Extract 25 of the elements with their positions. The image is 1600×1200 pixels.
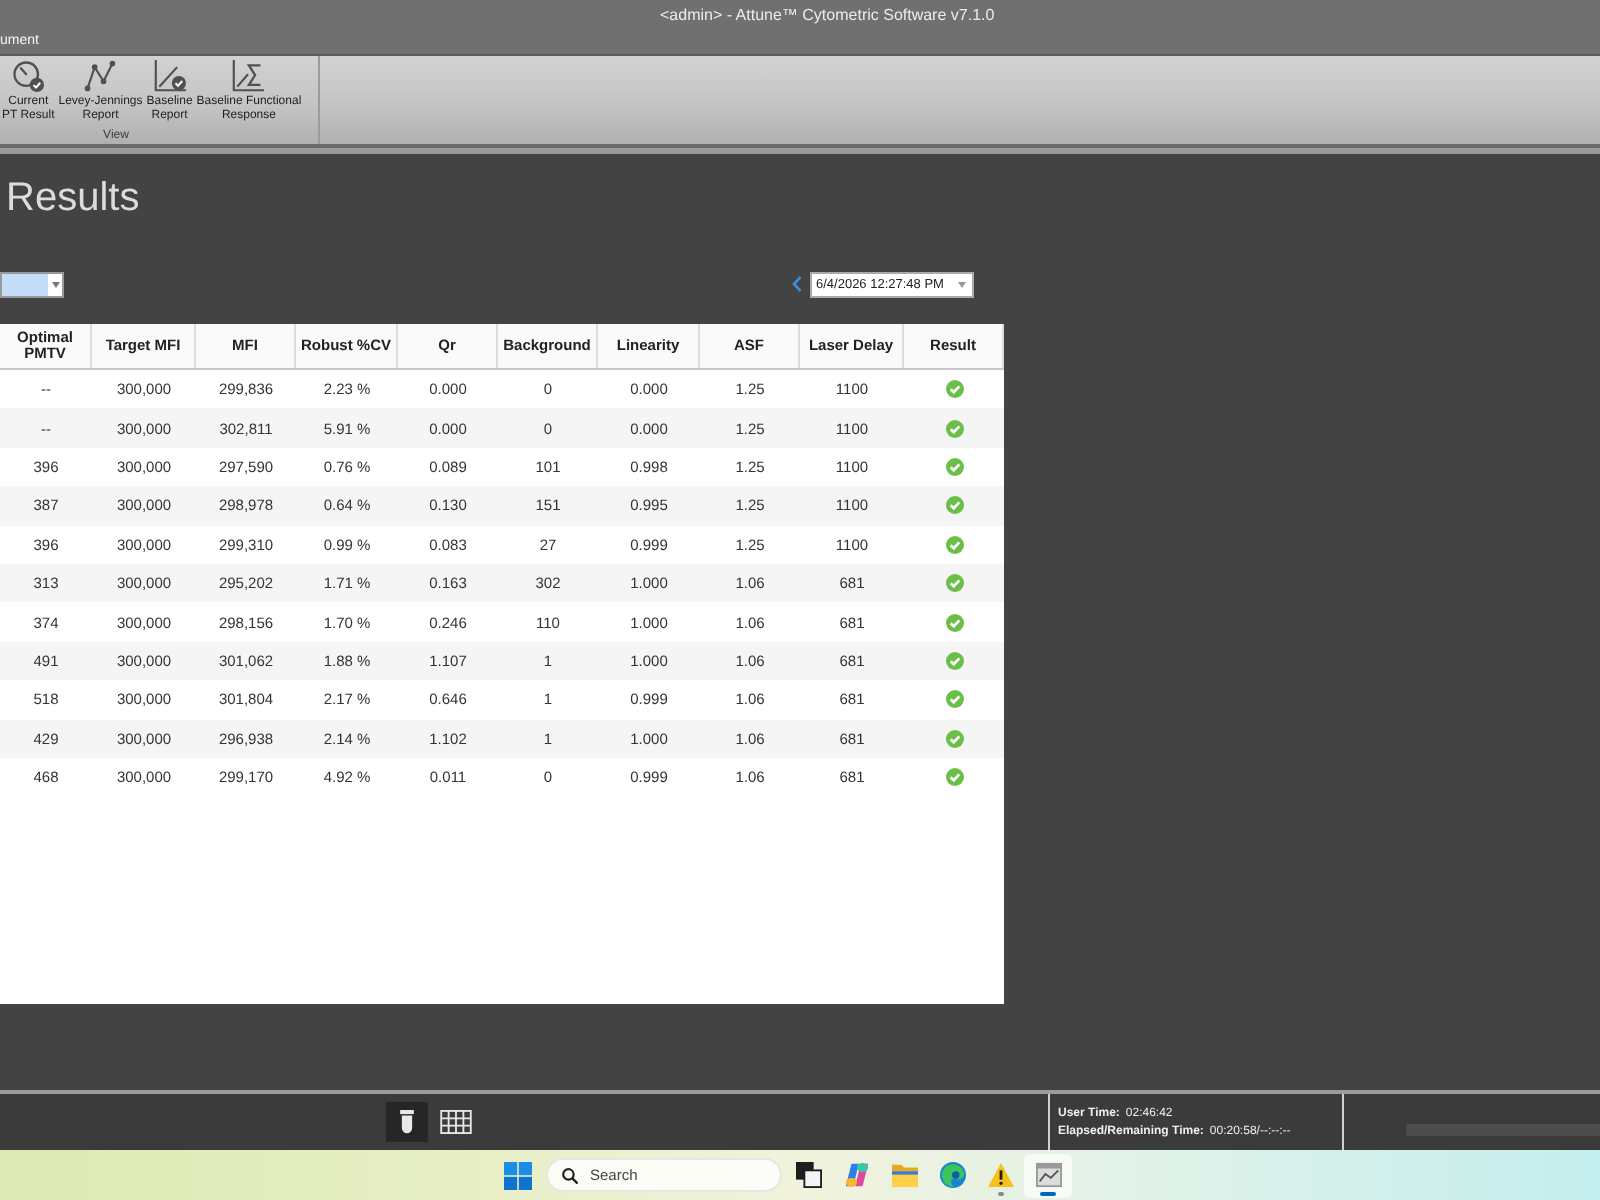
dropdown[interactable]	[0, 271, 64, 297]
squares-icon	[795, 1162, 821, 1188]
caret-icon	[51, 281, 59, 287]
four-squares-icon	[504, 1161, 532, 1189]
search-icon	[562, 1167, 578, 1183]
chart-window-icon	[1035, 1162, 1061, 1188]
swirl-icon	[939, 1162, 965, 1188]
chevron-left-icon	[792, 276, 802, 292]
sigma-chart-icon	[232, 60, 265, 92]
multicolor-logo-icon	[843, 1162, 869, 1188]
warning-icon	[987, 1162, 1013, 1188]
chart-check-icon	[153, 60, 186, 92]
window-title: <admin> - Attune™ Cytometric Software v7.1.0	[660, 5, 995, 23]
test-tube-icon	[400, 1110, 414, 1134]
grid-icon	[439, 1110, 471, 1134]
indicator-icon	[997, 1191, 1003, 1195]
page-heading: Results	[6, 174, 140, 224]
view-toggle-button[interactable]	[386, 1102, 428, 1142]
start-button[interactable]	[500, 1157, 536, 1193]
previous-button[interactable]	[792, 276, 802, 292]
folder-icon	[891, 1162, 917, 1188]
indicator-icon	[1040, 1191, 1056, 1195]
gauge-icon	[12, 60, 45, 92]
line-chart-icon	[84, 60, 117, 92]
caret-icon	[958, 281, 966, 287]
